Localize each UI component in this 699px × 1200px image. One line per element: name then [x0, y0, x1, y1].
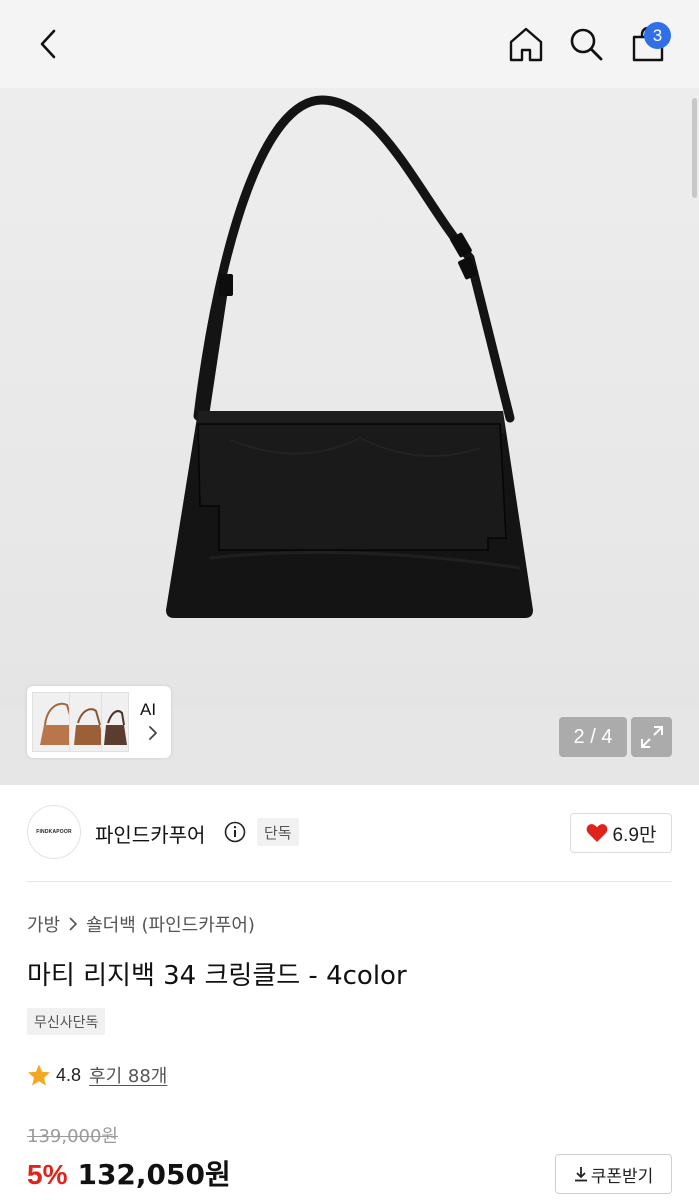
heart-icon: [586, 824, 607, 842]
image-counter: 2 / 4: [559, 717, 627, 757]
product-image-gallery[interactable]: AI 2 / 4: [0, 88, 699, 785]
search-button[interactable]: [564, 22, 608, 66]
like-button[interactable]: 6.9만: [570, 813, 672, 853]
chevron-left-icon: [40, 29, 56, 59]
coupon-label: 쿠폰받기: [590, 1166, 654, 1187]
brand-row: FINDKAPOOR 파인드카푸어 단독 6.9만: [0, 785, 699, 882]
breadcrumb: 가방 숄더백 (파인드카푸어): [27, 911, 255, 937]
ai-label: AI: [140, 700, 157, 719]
sale-price: 132,050원: [77, 1158, 231, 1191]
expand-button[interactable]: [631, 717, 672, 757]
store-exclusive-badge: 무신사단독: [27, 1008, 106, 1035]
breadcrumb-item-bag[interactable]: 가방: [27, 911, 60, 937]
divider: [27, 881, 672, 882]
brand-name[interactable]: 파인드카푸어: [95, 819, 205, 848]
discount-rate: 5%: [27, 1159, 68, 1190]
brand-logo-text: FINDKAPOOR: [36, 829, 72, 835]
brand-logo[interactable]: FINDKAPOOR: [27, 805, 81, 859]
product-title: 마티 리지백 34 크링클드 - 4color: [27, 961, 407, 991]
info-icon[interactable]: [224, 821, 246, 843]
review-count-link[interactable]: 후기 88개: [89, 1062, 167, 1088]
expand-icon: [640, 726, 663, 748]
top-bar: 3: [0, 0, 699, 88]
product-image: [166, 95, 533, 618]
rating-score: 4.8: [56, 1064, 82, 1085]
color-variant-card[interactable]: AI: [27, 686, 171, 758]
like-count: 6.9만: [612, 824, 657, 846]
rating-row: 4.8 후기 88개: [27, 1062, 167, 1088]
breadcrumb-item-shoulder-bag[interactable]: 숄더백 (파인드카푸어): [86, 911, 255, 937]
star-icon: [28, 1064, 50, 1086]
home-icon: [509, 27, 543, 62]
chevron-right-icon: [149, 726, 157, 740]
original-price: 139,000원: [27, 1126, 118, 1147]
home-button[interactable]: [504, 22, 548, 66]
dark-bag-icon: [104, 710, 127, 745]
variant-thumbnail-dark[interactable]: [101, 692, 129, 752]
coupon-button[interactable]: 쿠폰받기: [555, 1154, 672, 1194]
download-icon: [574, 1167, 587, 1182]
exclusive-badge: 단독: [257, 818, 299, 846]
back-button[interactable]: [26, 22, 70, 66]
price-row: 5% 132,050원: [27, 1153, 231, 1193]
chevron-right-icon: [68, 917, 78, 931]
cart-count-badge: 3: [644, 22, 671, 49]
search-icon: [570, 28, 603, 61]
